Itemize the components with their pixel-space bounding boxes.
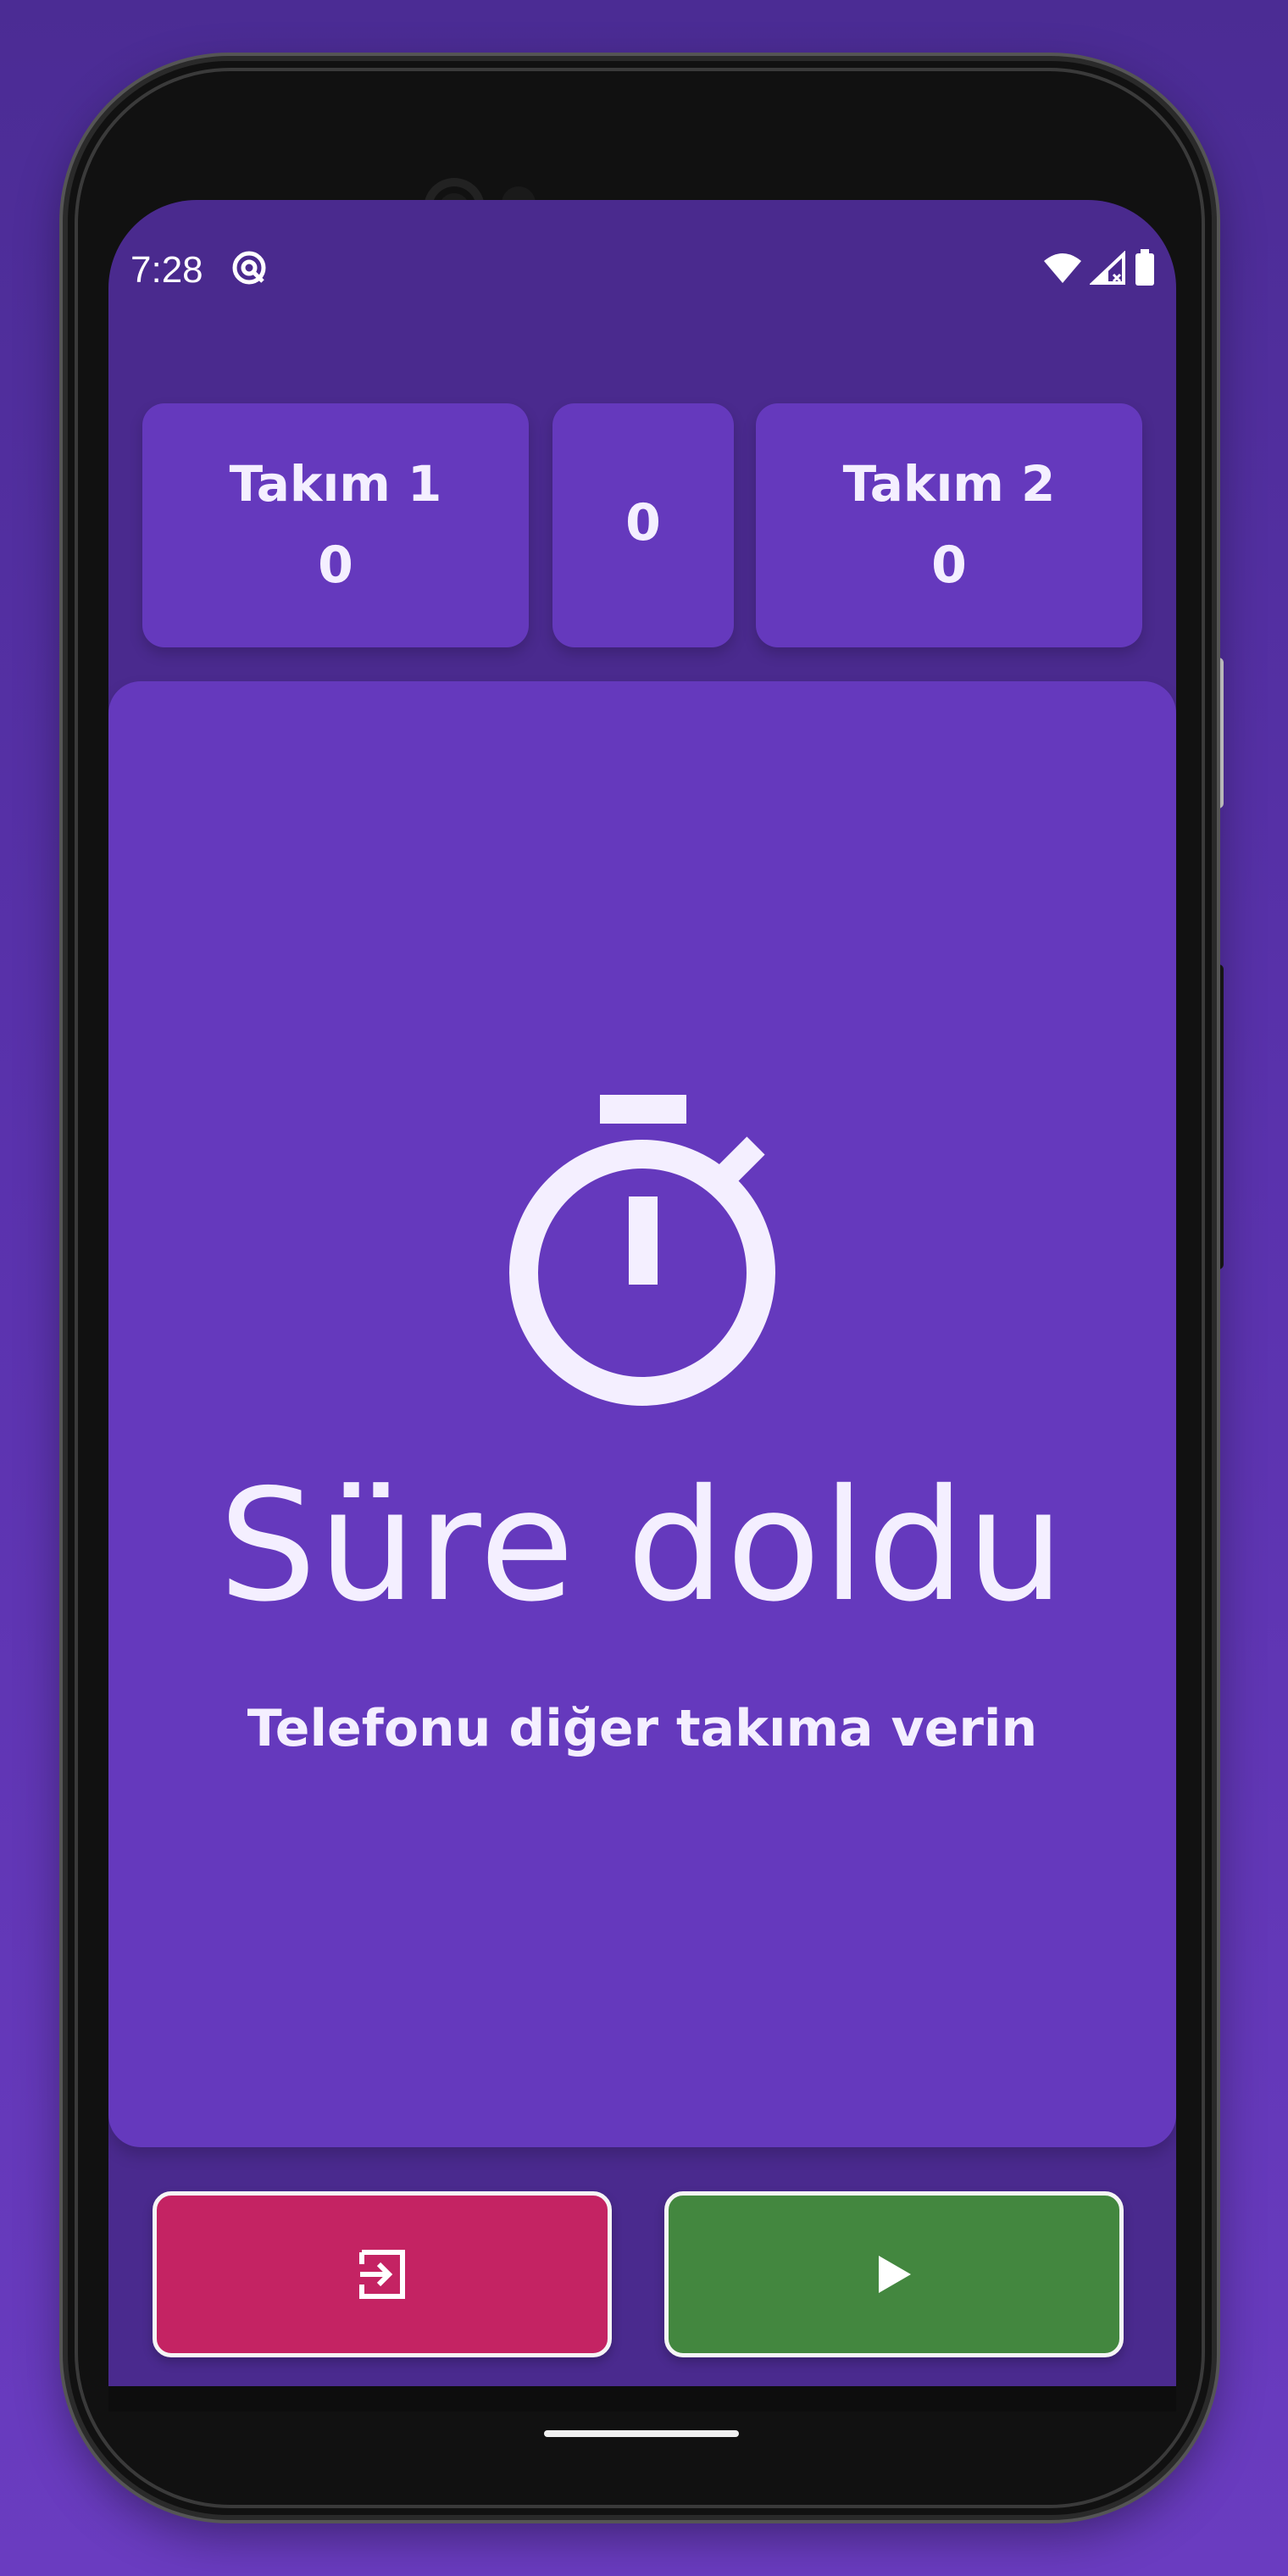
play-button[interactable] (664, 2191, 1124, 2357)
at-circle-icon (232, 251, 266, 285)
scoreboard: Takım 1 0 0 Takım 2 0 (142, 403, 1142, 647)
time-up-title: Süre doldu (219, 1456, 1066, 1635)
exit-icon (359, 2250, 405, 2299)
round-card: 0 (552, 403, 734, 647)
wifi-icon (1044, 253, 1081, 283)
home-indicator[interactable] (544, 2430, 739, 2437)
time-up-card: Süre doldu Telefonu diğer takıma verin (108, 681, 1176, 2147)
battery-icon (1135, 249, 1154, 286)
team2-card: Takım 2 0 (756, 403, 1142, 647)
team2-name: Takım 2 (842, 455, 1056, 513)
round-score: 0 (625, 493, 661, 552)
stopwatch-icon (509, 1095, 775, 1406)
signal-icon (1090, 251, 1125, 285)
team1-name: Takım 1 (229, 455, 442, 513)
team1-card: Takım 1 0 (142, 403, 529, 647)
status-time: 7:28 (130, 249, 203, 291)
volume-button (1212, 964, 1224, 1269)
power-button (1212, 658, 1224, 808)
status-bar: 7:28 (108, 200, 1176, 336)
team2-score: 0 (931, 536, 967, 595)
play-icon (879, 2256, 911, 2293)
app-screen: 7:28 Takım 1 0 0 Takım 2 0 Süre doldu Te… (108, 200, 1176, 2412)
time-up-subtitle: Telefonu diğer takıma verin (247, 1699, 1038, 1758)
exit-button[interactable] (153, 2191, 612, 2357)
team1-score: 0 (318, 536, 353, 595)
navigation-bar (108, 2386, 1176, 2412)
